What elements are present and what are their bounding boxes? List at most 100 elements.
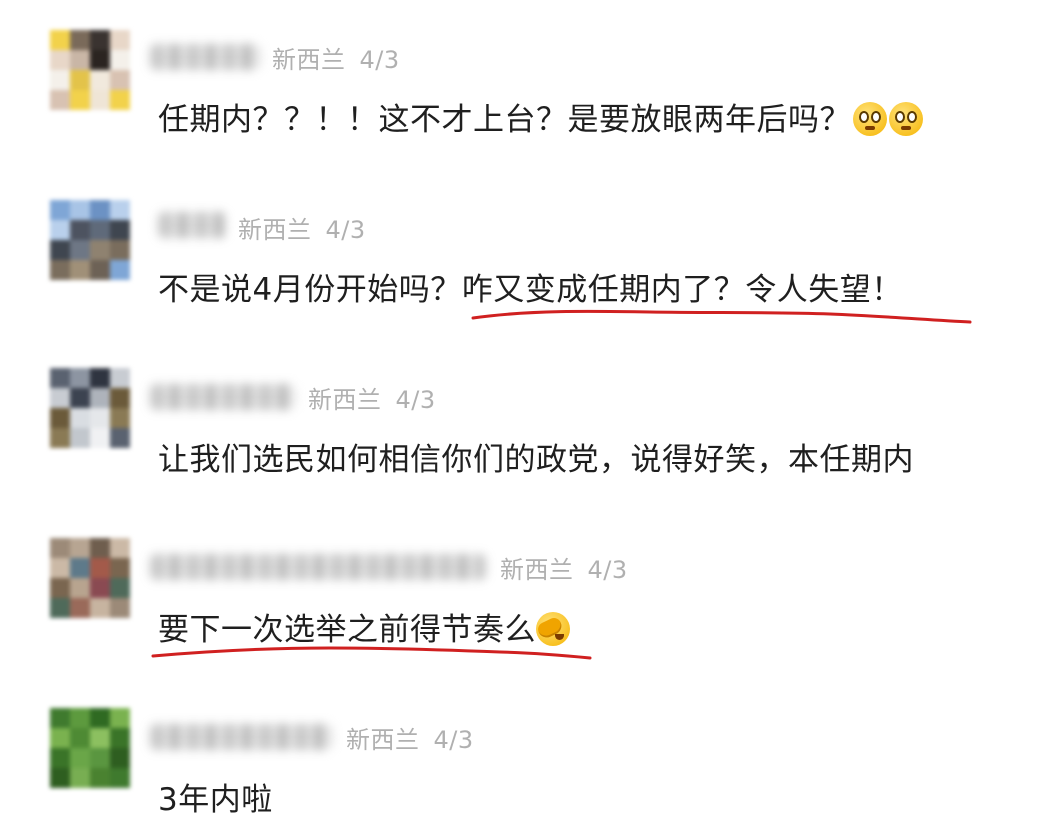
avatar-pixel — [90, 368, 110, 388]
avatar-pixel — [110, 748, 130, 768]
comment-region: 新西兰 — [238, 216, 312, 244]
avatar-pixel — [110, 388, 130, 408]
comment-body: 任期内？？！！这不才上台？是要放眼两年后吗？ — [158, 102, 851, 138]
avatar-pixel — [70, 598, 90, 618]
avatar-pixel — [50, 368, 70, 388]
avatar-pixel — [70, 30, 90, 50]
avatar[interactable] — [50, 30, 130, 110]
avatar-pixel — [50, 70, 70, 90]
comment-text: 任期内？？！！这不才上台？是要放眼两年后吗？ — [158, 94, 923, 139]
avatar-pixel — [70, 260, 90, 280]
username-blurred[interactable] — [150, 44, 260, 70]
comment-meta: 新西兰 4/3 — [272, 40, 400, 75]
avatar[interactable] — [50, 538, 130, 618]
avatar-pixel — [90, 578, 110, 598]
avatar-pixel — [50, 220, 70, 240]
avatar-pixel — [50, 30, 70, 50]
avatar-pixel — [50, 538, 70, 558]
avatar-pixel — [110, 260, 130, 280]
avatar-pixel — [110, 408, 130, 428]
avatar-pixel — [50, 90, 70, 110]
avatar-pixel — [50, 598, 70, 618]
avatar-pixel — [50, 728, 70, 748]
avatar-pixel — [70, 578, 90, 598]
username-blurred[interactable] — [158, 212, 226, 238]
avatar-pixel — [90, 708, 110, 728]
avatar-pixel — [90, 260, 110, 280]
avatar-pixel — [70, 240, 90, 260]
comment-meta: 新西兰 4/3 — [308, 380, 436, 415]
avatar[interactable] — [50, 368, 130, 448]
avatar-pixel — [90, 768, 110, 788]
avatar-pixel — [110, 428, 130, 448]
avatar[interactable] — [50, 200, 130, 280]
avatar-pixel — [50, 388, 70, 408]
avatar-pixel — [50, 748, 70, 768]
avatar-pixel — [70, 708, 90, 728]
avatar-pixel — [90, 558, 110, 578]
avatar-pixel — [70, 538, 90, 558]
avatar-pixel — [110, 578, 130, 598]
avatar-pixel — [70, 368, 90, 388]
comment-region: 新西兰 — [346, 726, 420, 754]
avatar-pixel — [50, 428, 70, 448]
username-blurred[interactable] — [150, 554, 486, 580]
red-underline-annotation — [151, 646, 592, 660]
avatar-pixel — [50, 240, 70, 260]
avatar-pixel — [50, 558, 70, 578]
avatar-pixel — [50, 708, 70, 728]
avatar-pixel — [110, 708, 130, 728]
comment-date: 4/3 — [395, 386, 436, 414]
comment-region: 新西兰 — [308, 386, 382, 414]
comment-text: 让我们选民如何相信你们的政党，说得好笑，本任期内 — [158, 434, 914, 479]
comment-meta: 新西兰 4/3 — [238, 210, 366, 245]
comment-text: 3年内啦 — [158, 774, 273, 819]
comment-body: 让我们选民如何相信你们的政党，说得好笑，本任期内 — [158, 442, 914, 478]
red-underline-annotation — [471, 309, 972, 324]
avatar-pixel — [90, 388, 110, 408]
avatar-pixel — [90, 220, 110, 240]
comment-date: 4/3 — [433, 726, 474, 754]
avatar-pixel — [70, 748, 90, 768]
comment-date: 4/3 — [587, 556, 628, 584]
avatar-pixel — [110, 30, 130, 50]
comment-date: 4/3 — [325, 216, 366, 244]
avatar-pixel — [50, 768, 70, 788]
avatar-pixel — [70, 388, 90, 408]
avatar-pixel — [70, 408, 90, 428]
username-blurred[interactable] — [150, 384, 295, 410]
avatar-pixel — [110, 728, 130, 748]
avatar-pixel — [90, 90, 110, 110]
avatar-pixel — [50, 200, 70, 220]
avatar-pixel — [50, 50, 70, 70]
avatar-pixel — [110, 240, 130, 260]
avatar[interactable] — [50, 708, 130, 788]
username-blurred[interactable] — [150, 724, 332, 750]
avatar-pixel — [70, 220, 90, 240]
avatar-pixel — [90, 50, 110, 70]
comment-meta: 新西兰 4/3 — [346, 720, 474, 755]
comment-region: 新西兰 — [272, 46, 346, 74]
comment-date: 4/3 — [359, 46, 400, 74]
avatar-pixel — [110, 70, 130, 90]
avatar-pixel — [110, 538, 130, 558]
avatar-pixel — [110, 200, 130, 220]
pleading-face-icon — [889, 102, 923, 136]
avatar-pixel — [90, 598, 110, 618]
avatar-pixel — [90, 70, 110, 90]
avatar-pixel — [90, 30, 110, 50]
avatar-pixel — [110, 50, 130, 70]
comment-region: 新西兰 — [500, 556, 574, 584]
avatar-pixel — [50, 260, 70, 280]
avatar-pixel — [90, 538, 110, 558]
comment-body: 3年内啦 — [158, 782, 273, 818]
avatar-pixel — [110, 558, 130, 578]
avatar-pixel — [70, 728, 90, 748]
avatar-pixel — [110, 768, 130, 788]
avatar-pixel — [70, 558, 90, 578]
avatar-pixel — [70, 428, 90, 448]
avatar-pixel — [110, 368, 130, 388]
pleading-face-icon — [853, 102, 887, 136]
avatar-pixel — [50, 408, 70, 428]
avatar-pixel — [70, 200, 90, 220]
